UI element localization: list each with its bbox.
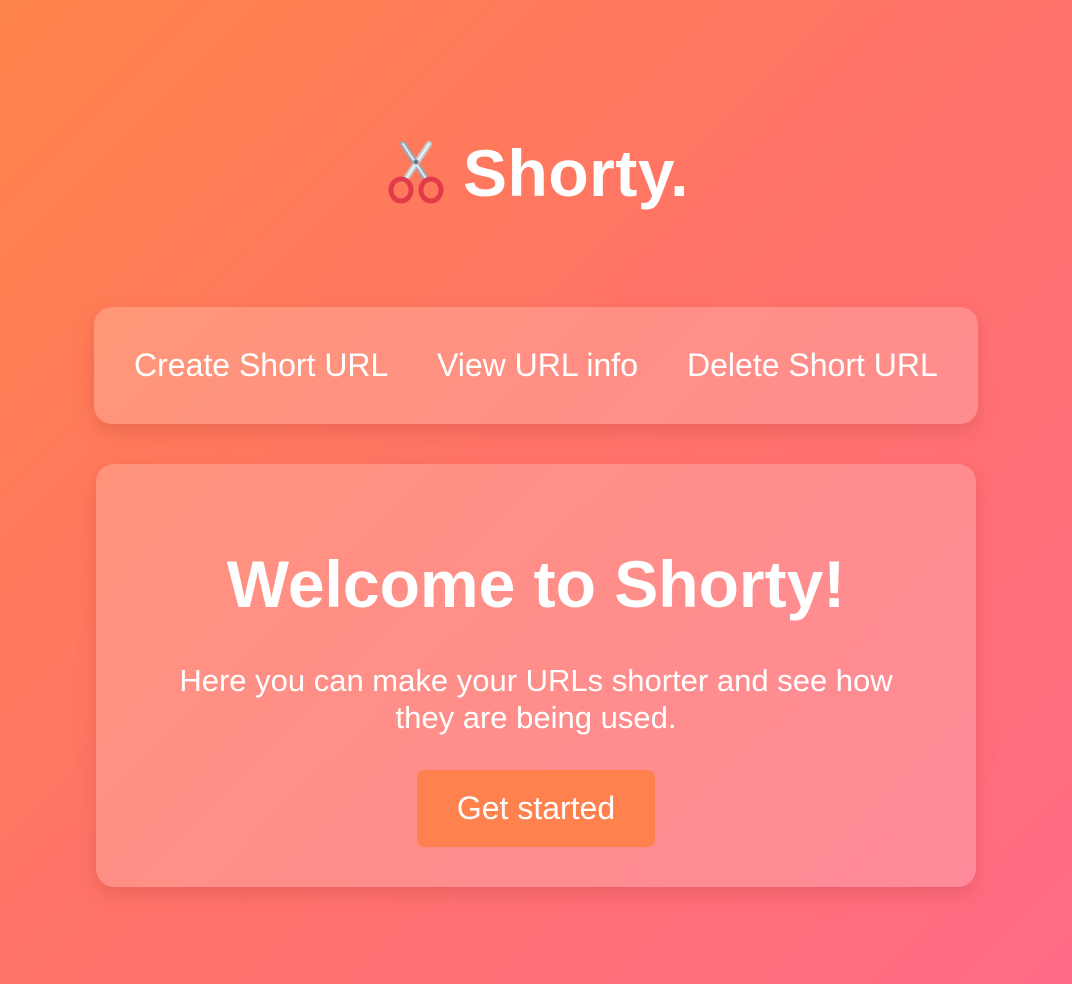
main-nav: Create Short URL View URL info Delete Sh… [94, 307, 978, 424]
brand: Shorty. [383, 140, 689, 206]
app-title: Shorty. [463, 136, 689, 210]
nav-create-short-url[interactable]: Create Short URL [134, 345, 388, 385]
welcome-card: Welcome to Shorty! Here you can make you… [96, 464, 976, 887]
get-started-button[interactable]: Get started [417, 770, 655, 847]
welcome-description: Here you can make your URLs shorter and … [179, 663, 893, 735]
welcome-heading: Welcome to Shorty! [226, 547, 846, 621]
scissors-icon [388, 141, 444, 204]
nav-view-url-info[interactable]: View URL info [437, 345, 638, 385]
nav-delete-short-url[interactable]: Delete Short URL [687, 345, 938, 385]
app-header: Shorty. [0, 140, 1072, 230]
